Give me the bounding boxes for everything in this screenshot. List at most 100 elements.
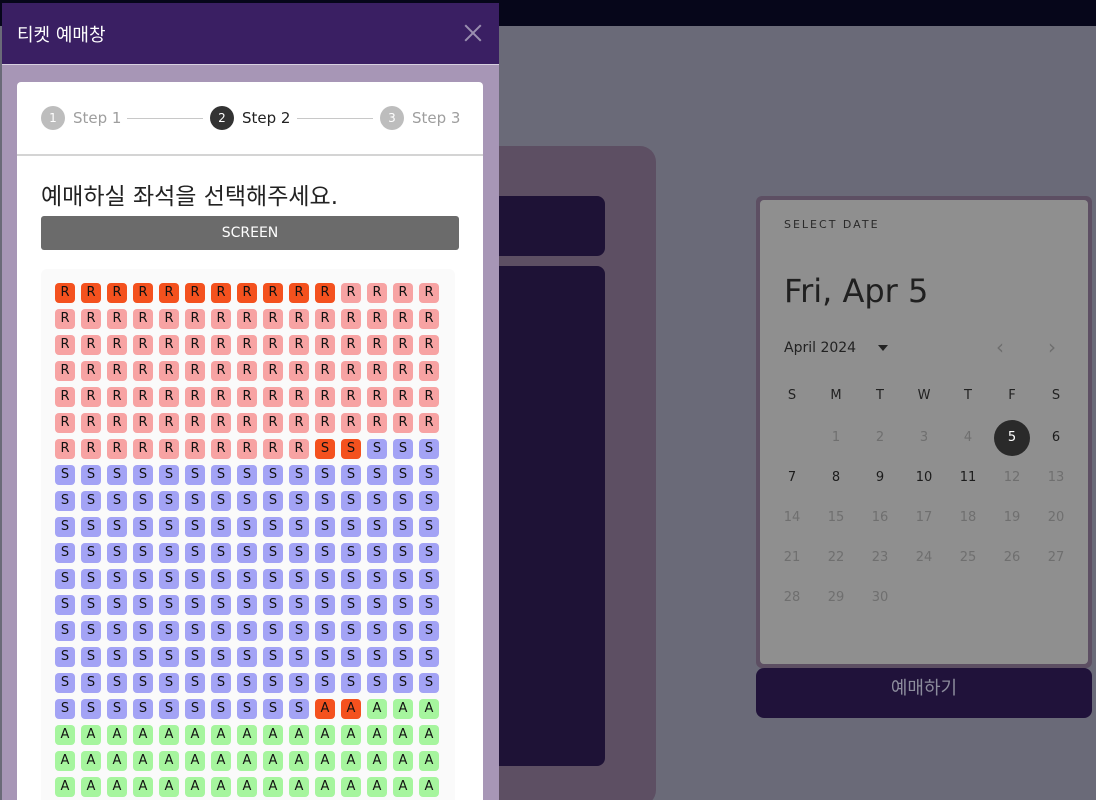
seat-R[interactable]: R xyxy=(419,335,439,355)
seat-A[interactable]: A xyxy=(237,777,257,797)
seat-S[interactable]: S xyxy=(315,543,335,563)
seat-R[interactable]: R xyxy=(289,335,309,355)
seat-S[interactable]: S xyxy=(289,543,309,563)
seat-S[interactable]: S xyxy=(211,517,231,537)
seat-R[interactable]: R xyxy=(55,361,75,381)
seat-S[interactable]: S xyxy=(55,595,75,615)
seat-S[interactable]: S xyxy=(55,621,75,641)
seat-S[interactable]: S xyxy=(133,517,153,537)
seat-A[interactable]: A xyxy=(185,725,205,745)
seat-S[interactable]: S xyxy=(211,621,231,641)
chevron-left-icon[interactable]: ‹ xyxy=(988,336,1012,360)
seat-S[interactable]: S xyxy=(133,465,153,485)
seat-S[interactable]: S xyxy=(133,543,153,563)
seat-R[interactable]: R xyxy=(55,439,75,459)
seat-S[interactable]: S xyxy=(133,595,153,615)
seat-S[interactable]: S xyxy=(211,699,231,719)
seat-S[interactable]: S xyxy=(237,543,257,563)
seat-S[interactable]: S xyxy=(107,647,127,667)
seat-R[interactable]: R xyxy=(81,387,101,407)
seat-S[interactable]: S xyxy=(81,647,101,667)
seat-A[interactable]: A xyxy=(159,751,179,771)
seat-S[interactable]: S xyxy=(263,517,283,537)
seat-A[interactable]: A xyxy=(107,751,127,771)
seat-R[interactable]: R xyxy=(185,335,205,355)
seat-S[interactable]: S xyxy=(289,517,309,537)
calendar-day[interactable]: 8 xyxy=(814,458,858,498)
seat-R[interactable]: R xyxy=(263,361,283,381)
seat-S[interactable]: S xyxy=(367,439,387,459)
seat-R[interactable]: R xyxy=(107,413,127,433)
seat-S[interactable]: S xyxy=(185,569,205,589)
seat-A[interactable]: A xyxy=(419,725,439,745)
seat-R[interactable]: R xyxy=(237,335,257,355)
seat-R[interactable]: R xyxy=(341,387,361,407)
seat-A[interactable]: A xyxy=(185,777,205,797)
seat-S[interactable]: S xyxy=(81,595,101,615)
month-dropdown-icon[interactable] xyxy=(878,345,888,351)
seat-S[interactable]: S xyxy=(315,569,335,589)
seat-S[interactable]: S xyxy=(367,465,387,485)
step-3[interactable]: 3 Step 3 xyxy=(380,106,460,130)
seat-R-taken[interactable]: R xyxy=(185,283,205,303)
seat-R[interactable]: R xyxy=(81,335,101,355)
seat-R[interactable]: R xyxy=(185,361,205,381)
seat-R[interactable]: R xyxy=(81,309,101,329)
seat-S[interactable]: S xyxy=(341,517,361,537)
seat-S[interactable]: S xyxy=(55,699,75,719)
seat-R[interactable]: R xyxy=(237,413,257,433)
seat-S[interactable]: S xyxy=(237,647,257,667)
seat-S[interactable]: S xyxy=(237,673,257,693)
seat-R[interactable]: R xyxy=(393,309,413,329)
seat-R[interactable]: R xyxy=(315,387,335,407)
seat-R-taken[interactable]: R xyxy=(315,283,335,303)
seat-S[interactable]: S xyxy=(107,699,127,719)
seat-S[interactable]: S xyxy=(393,439,413,459)
seat-R-taken[interactable]: R xyxy=(289,283,309,303)
seat-R[interactable]: R xyxy=(419,309,439,329)
seat-S[interactable]: S xyxy=(107,569,127,589)
seat-A[interactable]: A xyxy=(81,777,101,797)
seat-S[interactable]: S xyxy=(237,491,257,511)
seat-R[interactable]: R xyxy=(185,413,205,433)
seat-A[interactable]: A xyxy=(211,725,231,745)
seat-R[interactable]: R xyxy=(107,439,127,459)
seat-A[interactable]: A xyxy=(367,725,387,745)
seat-R[interactable]: R xyxy=(81,413,101,433)
seat-A[interactable]: A xyxy=(367,751,387,771)
seat-S[interactable]: S xyxy=(315,673,335,693)
seat-S[interactable]: S xyxy=(341,595,361,615)
seat-R[interactable]: R xyxy=(263,335,283,355)
seat-S[interactable]: S xyxy=(159,621,179,641)
seat-A[interactable]: A xyxy=(419,699,439,719)
seat-S[interactable]: S xyxy=(263,569,283,589)
seat-S[interactable]: S xyxy=(289,621,309,641)
seat-A[interactable]: A xyxy=(107,777,127,797)
seat-S[interactable]: S xyxy=(341,543,361,563)
seat-S[interactable]: S xyxy=(185,543,205,563)
seat-A[interactable]: A xyxy=(55,751,75,771)
seat-A[interactable]: A xyxy=(159,725,179,745)
seat-S[interactable]: S xyxy=(185,673,205,693)
seat-A[interactable]: A xyxy=(289,777,309,797)
seat-S[interactable]: S xyxy=(367,517,387,537)
seat-R[interactable]: R xyxy=(393,413,413,433)
seat-S[interactable]: S xyxy=(185,465,205,485)
seat-A-taken[interactable]: A xyxy=(315,699,335,719)
seat-R[interactable]: R xyxy=(419,387,439,407)
seat-S[interactable]: S xyxy=(393,543,413,563)
seat-R[interactable]: R xyxy=(55,387,75,407)
seat-S[interactable]: S xyxy=(133,647,153,667)
step-2[interactable]: 2 Step 2 xyxy=(210,106,290,130)
seat-S[interactable]: S xyxy=(81,543,101,563)
seat-S[interactable]: S xyxy=(107,543,127,563)
seat-R[interactable]: R xyxy=(133,439,153,459)
seat-R[interactable]: R xyxy=(341,413,361,433)
seat-R[interactable]: R xyxy=(55,335,75,355)
seat-S[interactable]: S xyxy=(393,491,413,511)
seat-R[interactable]: R xyxy=(185,309,205,329)
seat-S[interactable]: S xyxy=(393,595,413,615)
seat-S[interactable]: S xyxy=(341,621,361,641)
seat-A[interactable]: A xyxy=(185,751,205,771)
seat-S[interactable]: S xyxy=(211,543,231,563)
